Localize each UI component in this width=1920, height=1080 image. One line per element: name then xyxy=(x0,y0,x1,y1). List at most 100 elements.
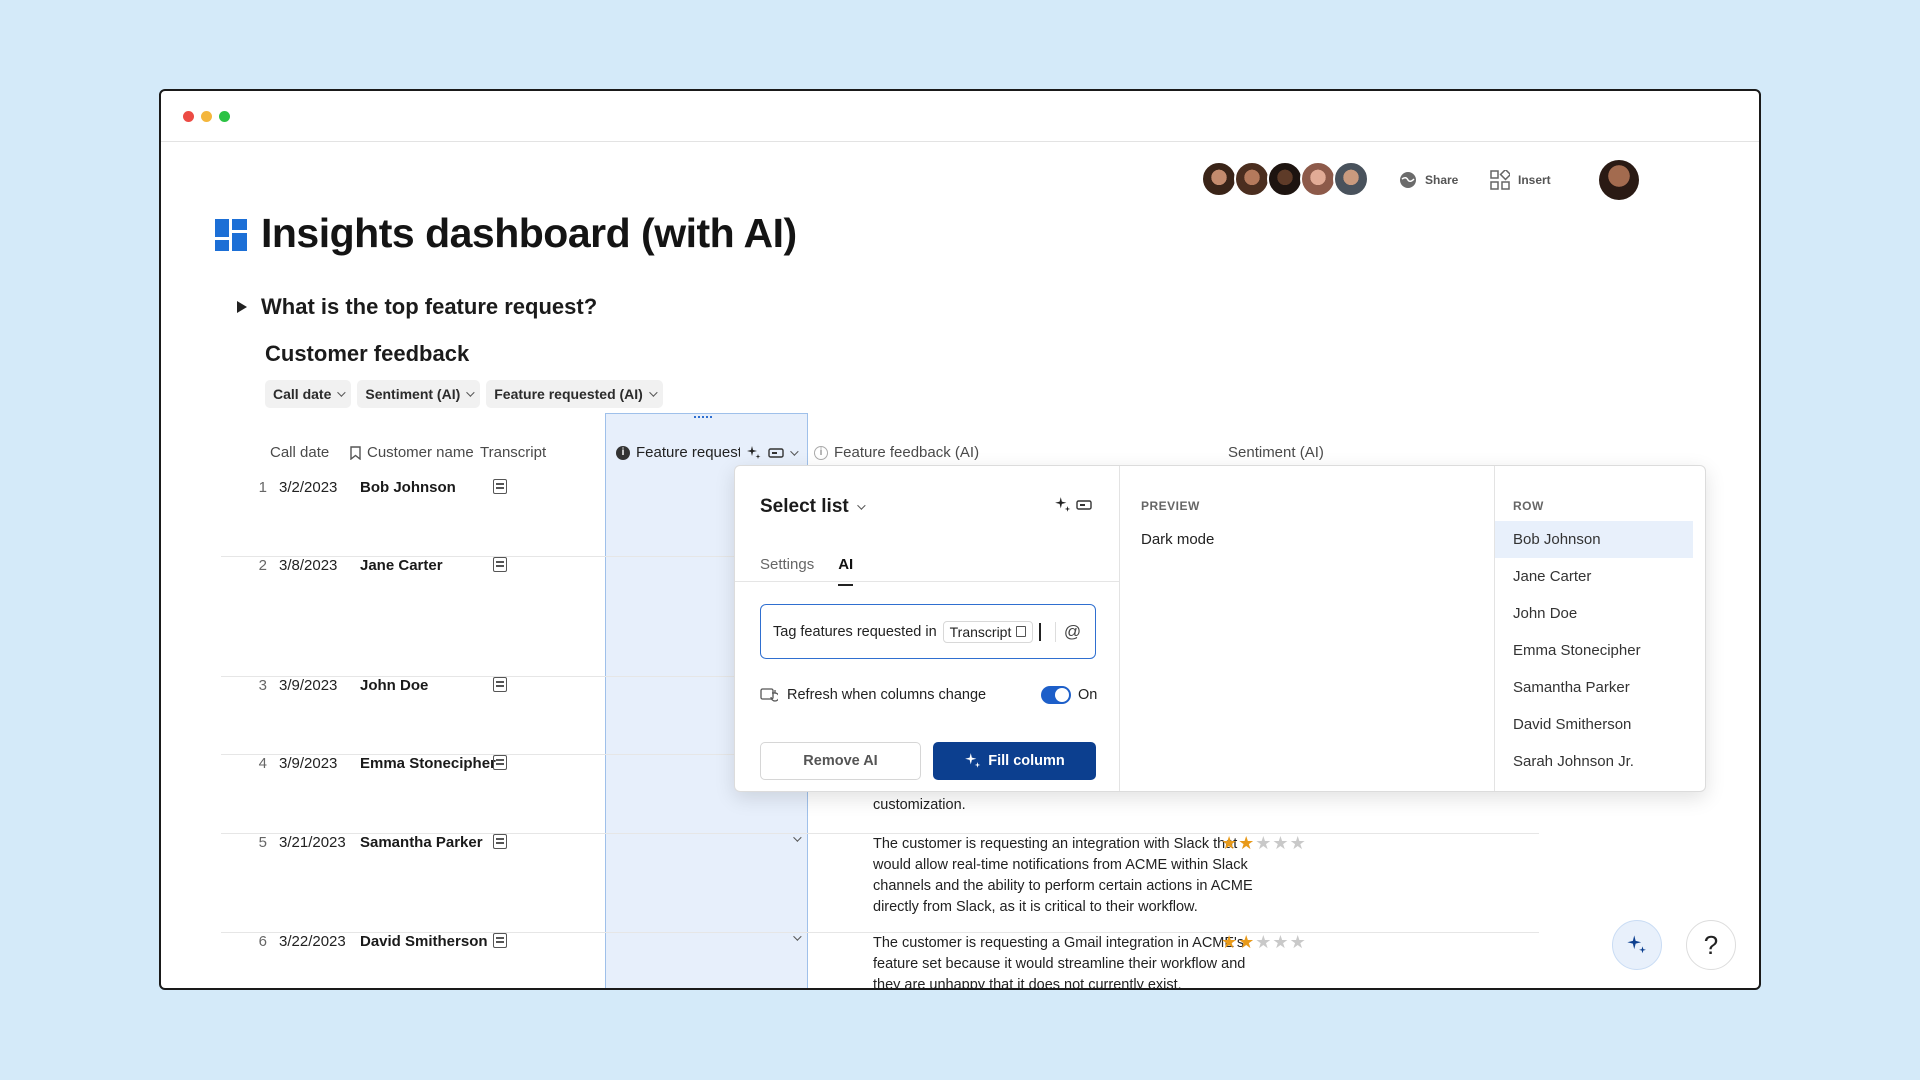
star-icon[interactable]: ★ xyxy=(1221,833,1238,853)
row-list-item[interactable]: Jane Carter xyxy=(1495,558,1693,595)
row-number: 3 xyxy=(258,677,267,694)
star-icon[interactable]: ★ xyxy=(1272,932,1289,952)
avatar[interactable] xyxy=(1300,161,1336,197)
call-date-cell[interactable]: 3/9/2023 xyxy=(279,755,337,772)
customer-name-cell[interactable]: Samantha Parker xyxy=(360,834,483,851)
filter-label: Sentiment (AI) xyxy=(365,386,461,402)
transcript-doc-icon[interactable] xyxy=(493,479,507,494)
row-list-item[interactable]: David Smitherson xyxy=(1495,706,1693,743)
close-window-button[interactable] xyxy=(183,111,194,122)
column-type-select[interactable]: Select list xyxy=(760,496,866,518)
table-row[interactable]: 5 3/21/2023 Samantha Parker The customer… xyxy=(221,833,1539,933)
chevron-down-icon xyxy=(856,501,866,510)
maximize-window-button[interactable] xyxy=(219,111,230,122)
col-header-feature-requested[interactable]: i Feature request xyxy=(616,444,799,461)
avatar[interactable] xyxy=(1234,161,1270,197)
info-icon[interactable]: i xyxy=(814,445,828,460)
ai-sparkle-icon[interactable] xyxy=(746,445,762,461)
customer-name-cell[interactable]: Bob Johnson xyxy=(360,479,456,496)
customer-name-cell[interactable]: Jane Carter xyxy=(360,557,443,574)
star-icon[interactable]: ★ xyxy=(1290,833,1307,853)
expand-triangle-icon[interactable] xyxy=(237,301,247,313)
call-date-cell[interactable]: 3/21/2023 xyxy=(279,834,346,851)
insert-button[interactable]: Insert xyxy=(1490,169,1551,191)
remove-ai-button[interactable]: Remove AI xyxy=(760,742,921,780)
col-header-sentiment[interactable]: Sentiment (AI) xyxy=(1228,444,1324,461)
transcript-doc-icon[interactable] xyxy=(493,557,507,572)
customer-name-cell[interactable]: John Doe xyxy=(360,677,428,694)
transcript-doc-icon[interactable] xyxy=(493,834,507,849)
row-number: 6 xyxy=(258,933,267,950)
grid-insert-icon xyxy=(1490,170,1510,190)
minimize-window-button[interactable] xyxy=(201,111,212,122)
fill-column-button[interactable]: Fill column xyxy=(933,742,1096,780)
star-icon[interactable]: ★ xyxy=(1255,833,1272,853)
avatar[interactable] xyxy=(1267,161,1303,197)
customer-name-cell[interactable]: David Smitherson xyxy=(360,933,488,950)
row-list-item[interactable]: Emma Stonecipher xyxy=(1495,632,1693,669)
insert-label: Insert xyxy=(1518,173,1551,187)
transcript-doc-icon[interactable] xyxy=(493,755,507,770)
refresh-toggle[interactable]: On xyxy=(1041,686,1097,704)
row-list-item[interactable]: Sarah Johnson Jr. xyxy=(1495,743,1693,780)
help-button[interactable]: ? xyxy=(1686,920,1736,970)
share-button[interactable]: Share xyxy=(1399,169,1458,191)
sentiment-rating[interactable]: ★★★★★ xyxy=(1221,932,1307,953)
col-header-feature-feedback[interactable]: i Feature feedback (AI) xyxy=(814,444,979,461)
filter-label: Feature requested (AI) xyxy=(494,386,643,402)
tab-settings[interactable]: Settings xyxy=(760,556,814,573)
tab-ai[interactable]: AI xyxy=(838,556,854,586)
toggle-heading[interactable]: What is the top feature request? xyxy=(237,294,597,320)
col-header-customer-name[interactable]: Customer name xyxy=(350,444,474,461)
star-icon[interactable]: ★ xyxy=(1221,932,1238,952)
avatar[interactable] xyxy=(1201,161,1237,197)
user-avatar[interactable] xyxy=(1599,160,1639,200)
ai-assistant-button[interactable] xyxy=(1612,920,1662,970)
call-date-cell[interactable]: 3/8/2023 xyxy=(279,557,337,574)
call-date-cell[interactable]: 3/22/2023 xyxy=(279,933,346,950)
feature-feedback-cell[interactable]: customization. xyxy=(873,795,1273,816)
ai-sparkle-icon xyxy=(1627,935,1646,954)
toggle-switch[interactable] xyxy=(1041,686,1071,704)
call-date-cell[interactable]: 3/9/2023 xyxy=(279,677,337,694)
filter-chip-call-date[interactable]: Call date xyxy=(265,380,352,408)
customer-name-cell[interactable]: Emma Stonecipher xyxy=(360,755,496,772)
ai-prompt-input[interactable]: Tag features requested in Transcript @ xyxy=(760,604,1096,659)
prompt-text: Tag features requested in xyxy=(773,623,937,640)
feature-feedback-cell[interactable]: The customer is requesting an integratio… xyxy=(873,834,1273,918)
chevron-down-icon[interactable] xyxy=(793,932,802,941)
row-list-item[interactable]: John Doe xyxy=(1495,595,1693,632)
star-icon[interactable]: ★ xyxy=(1238,932,1255,952)
column-reference-pill[interactable]: Transcript xyxy=(942,620,1034,643)
star-icon[interactable]: ★ xyxy=(1255,932,1272,952)
filter-chip-feature-requested[interactable]: Feature requested (AI) xyxy=(486,380,663,408)
select-list-icon[interactable] xyxy=(768,447,784,459)
col-header-label: Feature feedback (AI) xyxy=(834,444,980,461)
star-icon[interactable]: ★ xyxy=(1238,833,1255,853)
sentiment-rating[interactable]: ★★★★★ xyxy=(1221,833,1307,854)
popup-row-pane: ROW Bob Johnson Jane Carter John Doe Emm… xyxy=(1495,466,1705,791)
refresh-label: Refresh when columns change xyxy=(787,687,987,703)
chevron-down-icon[interactable] xyxy=(793,833,802,842)
feature-feedback-cell[interactable]: The customer is requesting a Gmail integ… xyxy=(873,933,1273,988)
col-header-label: Transcript xyxy=(480,444,547,461)
col-header-call-date[interactable]: Call date xyxy=(270,444,329,461)
table-row[interactable]: 6 3/22/2023 David Smitherson The custome… xyxy=(221,932,1539,988)
toggle-heading-text: What is the top feature request? xyxy=(261,294,598,319)
star-icon[interactable]: ★ xyxy=(1290,932,1307,952)
col-header-transcript[interactable]: Transcript xyxy=(480,444,546,461)
row-list-item[interactable]: Samantha Parker xyxy=(1495,669,1693,706)
filter-chip-sentiment[interactable]: Sentiment (AI) xyxy=(357,380,481,408)
row-number: 1 xyxy=(258,479,267,496)
transcript-doc-icon[interactable] xyxy=(493,933,507,948)
avatar[interactable] xyxy=(1333,161,1369,197)
star-icon[interactable]: ★ xyxy=(1272,833,1289,853)
column-drag-handle[interactable] xyxy=(694,416,712,420)
info-icon[interactable]: i xyxy=(616,445,630,460)
mention-button[interactable]: @ xyxy=(1054,621,1081,642)
row-list-item[interactable]: Amelia Taylor xyxy=(1495,780,1693,791)
call-date-cell[interactable]: 3/2/2023 xyxy=(279,479,337,496)
share-label: Share xyxy=(1425,173,1459,187)
transcript-doc-icon[interactable] xyxy=(493,677,507,692)
row-list-item[interactable]: Bob Johnson xyxy=(1495,521,1693,558)
